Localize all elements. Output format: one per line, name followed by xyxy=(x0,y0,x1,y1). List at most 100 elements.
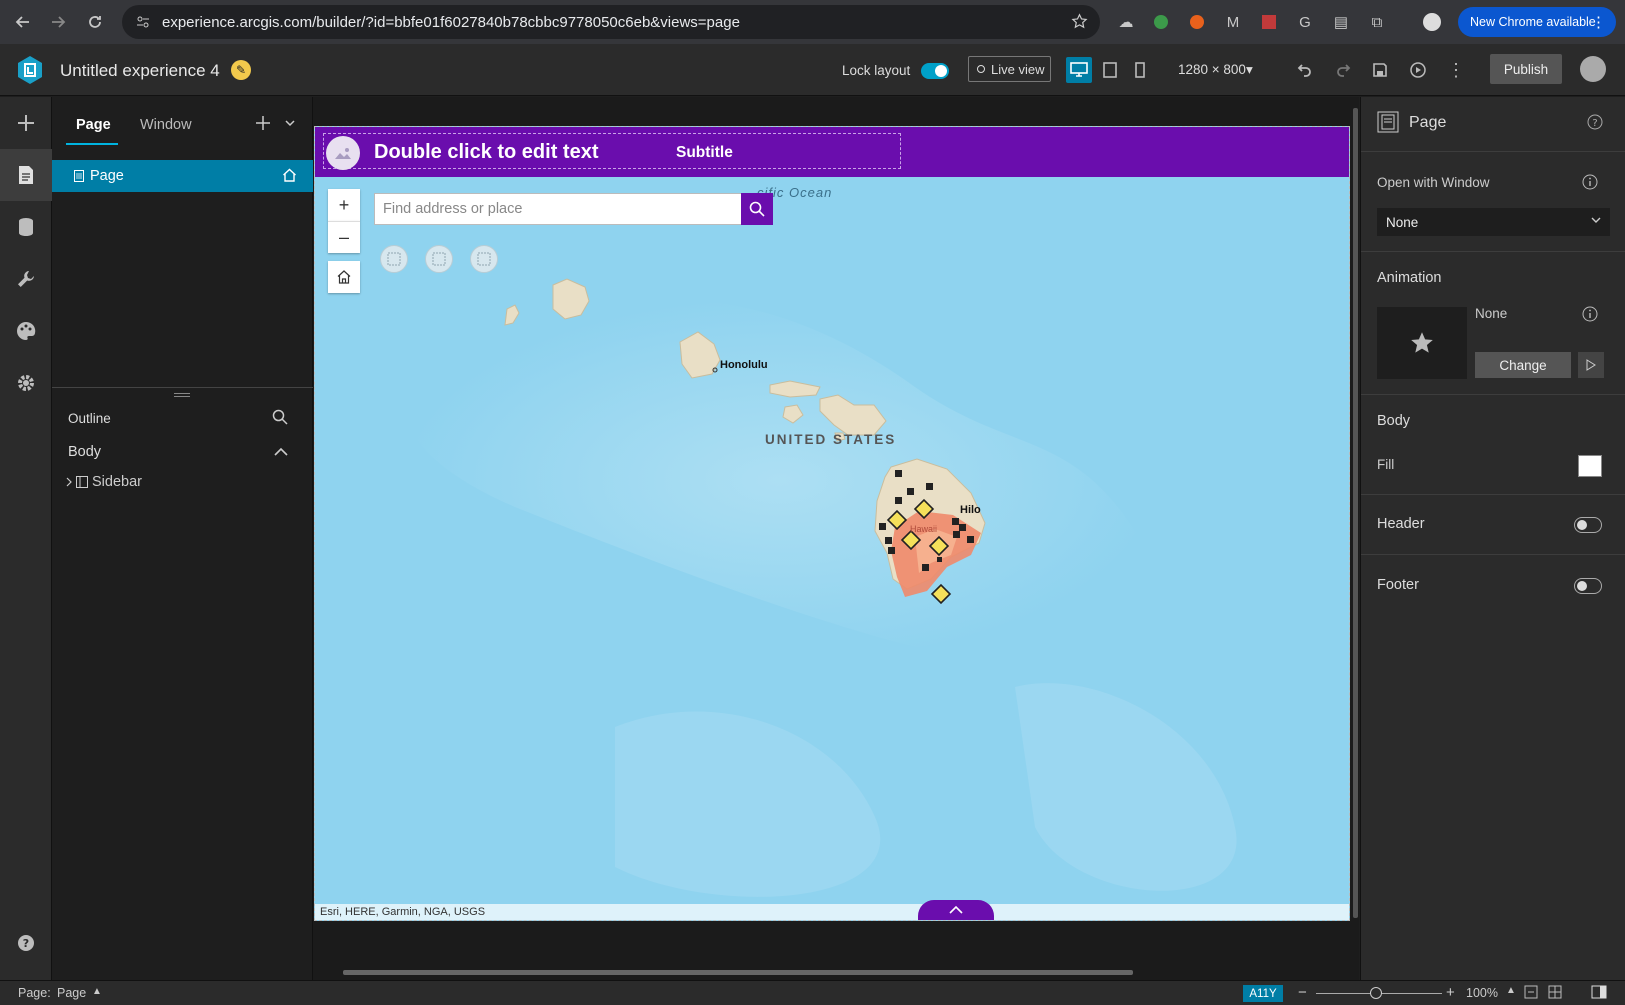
canvas-horizontal-scrollbar[interactable] xyxy=(343,970,1133,975)
header-subtitle-text[interactable]: Subtitle xyxy=(676,144,733,162)
undo-icon[interactable] xyxy=(1292,57,1318,83)
extensions-puzzle-icon[interactable]: ⧉ xyxy=(1366,11,1388,33)
tree-item-sidebar[interactable]: Sidebar xyxy=(66,474,142,490)
page-properties-icon xyxy=(1377,111,1399,133)
tab-page[interactable]: Page xyxy=(76,117,111,133)
extension-cloud-icon[interactable]: ☁ xyxy=(1115,11,1137,33)
chevron-up-icon[interactable] xyxy=(274,447,288,456)
desktop-device-icon[interactable] xyxy=(1066,57,1092,83)
forward-arrow-icon[interactable] xyxy=(43,7,73,37)
zoom-slider-handle[interactable] xyxy=(1370,987,1382,999)
publish-button[interactable]: Publish xyxy=(1490,54,1562,84)
extension-g-icon[interactable]: G xyxy=(1294,11,1316,33)
save-icon[interactable] xyxy=(1367,57,1393,83)
footer-toggle[interactable] xyxy=(1574,578,1602,594)
tab-window[interactable]: Window xyxy=(140,117,192,133)
open-with-window-label: Open with Window xyxy=(1377,175,1490,190)
site-settings-icon[interactable] xyxy=(136,15,150,29)
redo-icon[interactable] xyxy=(1330,57,1356,83)
insert-widget-plus-icon[interactable] xyxy=(0,97,52,149)
info-icon[interactable] xyxy=(1582,306,1598,322)
widget-placeholder-3[interactable] xyxy=(470,245,498,273)
edit-pencil-icon[interactable]: ✎ xyxy=(231,60,251,80)
fill-color-swatch[interactable] xyxy=(1578,455,1602,477)
map-widget[interactable]: cific Ocean Honolulu UNITED STATES Hilo … xyxy=(314,126,1350,921)
kebab-menu-icon: ⋮ xyxy=(1591,14,1606,31)
help-circle-icon[interactable]: ? xyxy=(1587,114,1603,130)
zoom-in-icon[interactable]: + xyxy=(1446,984,1455,1001)
app-header-band[interactable]: Double click to edit text Subtitle xyxy=(315,127,1349,177)
tablet-device-icon[interactable] xyxy=(1097,57,1123,83)
app-header: Untitled experience 4 ✎ Lock layout Live… xyxy=(0,44,1625,96)
theme-palette-icon[interactable] xyxy=(0,305,52,357)
home-icon[interactable] xyxy=(282,168,297,183)
resolution-dropdown[interactable]: 1280 × 800▾ xyxy=(1178,62,1253,78)
tools-wrench-icon[interactable] xyxy=(0,253,52,305)
widget-placeholder-2[interactable] xyxy=(425,245,453,273)
chevron-down-icon[interactable] xyxy=(285,119,295,127)
profile-avatar-icon[interactable] xyxy=(1421,11,1443,33)
mobile-device-icon[interactable] xyxy=(1127,57,1153,83)
fit-screen-icon[interactable] xyxy=(1548,985,1562,999)
bookmark-star-icon[interactable] xyxy=(1071,13,1088,30)
left-sidebar-rail: ? xyxy=(0,97,52,980)
image-placeholder-icon[interactable] xyxy=(326,136,360,170)
caret-up-icon[interactable]: ▲ xyxy=(1506,985,1516,996)
zoom-out-icon[interactable]: − xyxy=(1298,984,1307,1001)
fit-width-icon[interactable] xyxy=(1524,985,1538,999)
header-title-text[interactable]: Double click to edit text xyxy=(374,141,598,164)
animation-preview[interactable] xyxy=(1377,307,1467,379)
zoom-level[interactable]: 100% xyxy=(1466,986,1498,1000)
lock-layout-toggle[interactable] xyxy=(921,63,949,79)
body-section: Body Fill xyxy=(1361,394,1625,494)
back-arrow-icon[interactable] xyxy=(8,7,38,37)
user-avatar-icon[interactable] xyxy=(1580,56,1606,82)
extension-red-icon[interactable] xyxy=(1258,11,1280,33)
accessibility-button[interactable]: A11Y xyxy=(1243,985,1283,1002)
caret-up-icon[interactable]: ▲ xyxy=(92,986,102,997)
play-animation-button[interactable] xyxy=(1578,352,1604,378)
chevron-up-icon xyxy=(949,906,963,914)
change-animation-button[interactable]: Change xyxy=(1475,352,1571,378)
extension-orange-icon[interactable] xyxy=(1186,11,1208,33)
search-input[interactable]: Find address or place xyxy=(374,193,742,225)
more-options-icon[interactable]: ⋮ xyxy=(1443,57,1469,83)
current-page-selector[interactable]: Page xyxy=(57,986,86,1000)
zoom-out-button[interactable]: – xyxy=(328,221,360,253)
zoom-in-button[interactable]: + xyxy=(328,189,360,221)
page-prefix-label: Page: xyxy=(18,986,51,1000)
info-icon[interactable] xyxy=(1582,174,1598,190)
search-button[interactable] xyxy=(741,193,773,225)
extension-m-icon[interactable]: M xyxy=(1222,11,1244,33)
canvas-vertical-scrollbar[interactable] xyxy=(1353,108,1358,918)
header-toggle[interactable] xyxy=(1574,517,1602,533)
experience-builder-logo-icon[interactable] xyxy=(14,54,46,86)
expand-footer-button[interactable] xyxy=(918,900,994,920)
header-text-container[interactable]: Double click to edit text Subtitle xyxy=(323,133,901,170)
extension-doc-icon[interactable]: ▤ xyxy=(1330,11,1352,33)
toggle-panel-icon[interactable] xyxy=(1591,985,1607,999)
data-database-icon[interactable] xyxy=(0,201,52,253)
widget-placeholder-1[interactable] xyxy=(380,245,408,273)
outline-body-label[interactable]: Body xyxy=(68,444,101,460)
settings-gear-icon[interactable] xyxy=(0,357,52,409)
add-page-plus-icon[interactable] xyxy=(255,115,271,131)
page-list-item[interactable]: Page xyxy=(52,160,313,192)
page-document-icon[interactable] xyxy=(0,149,52,201)
chevron-right-icon[interactable] xyxy=(66,477,72,487)
extension-green-icon[interactable] xyxy=(1150,11,1172,33)
new-chrome-label: New Chrome available xyxy=(1470,15,1596,29)
search-icon[interactable] xyxy=(272,409,288,425)
star-icon xyxy=(1411,332,1433,353)
preview-play-icon[interactable] xyxy=(1405,57,1431,83)
experience-title[interactable]: Untitled experience 4 xyxy=(60,61,220,81)
new-chrome-available-button[interactable]: New Chrome available ⋮ xyxy=(1458,7,1616,37)
live-view-button[interactable]: Live view xyxy=(968,56,1051,82)
address-bar[interactable]: experience.arcgis.com/builder/?id=bbfe01… xyxy=(122,5,1100,39)
help-question-icon[interactable]: ? xyxy=(0,917,52,969)
resize-grip-icon[interactable] xyxy=(174,393,190,397)
resolution-value: 1280 × 800 xyxy=(1178,62,1246,77)
home-extent-button[interactable] xyxy=(328,261,360,293)
open-with-window-select[interactable]: None xyxy=(1377,208,1610,236)
reload-icon[interactable] xyxy=(80,7,110,37)
